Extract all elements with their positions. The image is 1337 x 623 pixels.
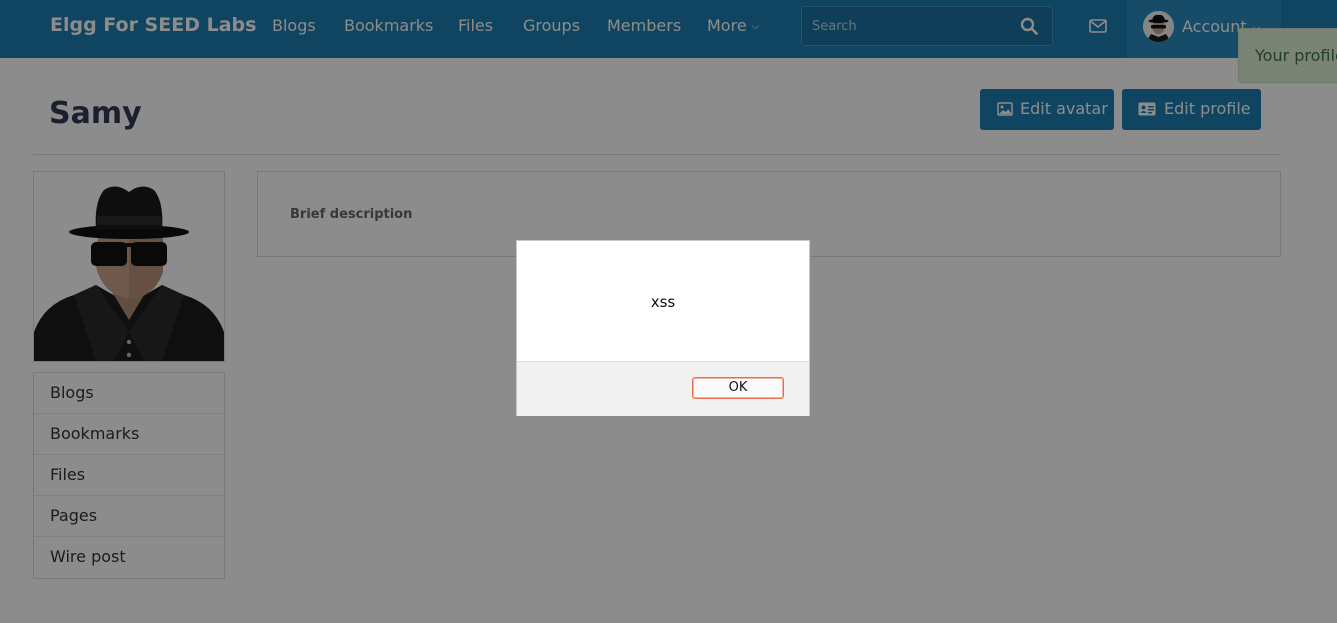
alert-message: xss xyxy=(650,293,676,311)
ok-button[interactable]: OK xyxy=(692,377,784,399)
alert-dialog: xss OK xyxy=(516,240,810,416)
alert-footer: OK xyxy=(517,361,809,416)
